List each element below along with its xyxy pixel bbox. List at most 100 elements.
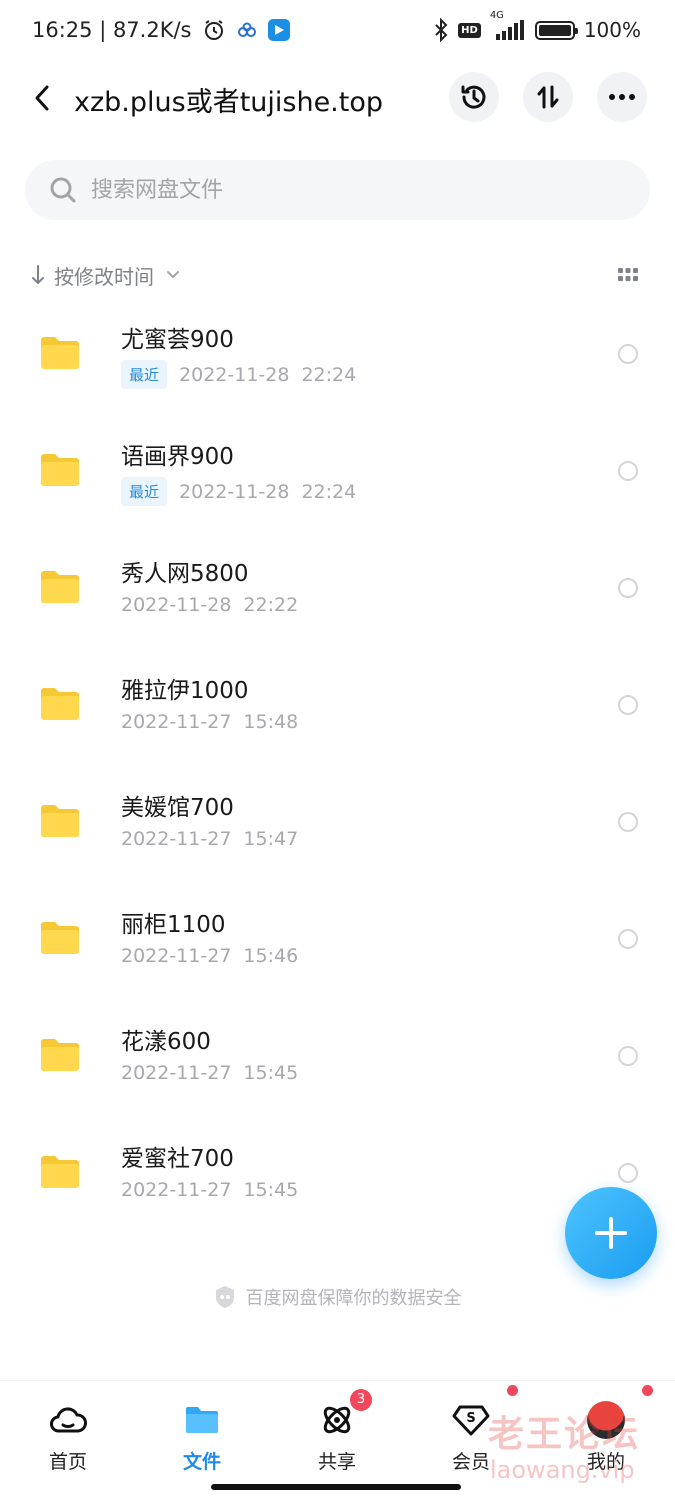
sort-label[interactable]: 按修改时间: [54, 261, 154, 290]
file-time: 22:24: [301, 363, 357, 386]
security-note: 百度网盘保障你的数据安全: [0, 1284, 675, 1310]
chevron-down-icon[interactable]: [164, 269, 182, 281]
cloud-sync-icon: [236, 22, 258, 38]
file-meta: 2022-11-27 15:47: [121, 828, 298, 850]
hd-badge: HD: [458, 22, 481, 38]
file-name: 花漾600: [121, 1029, 211, 1055]
select-checkbox[interactable]: [618, 929, 638, 949]
nav-files[interactable]: 文件: [152, 1401, 252, 1474]
file-meta: 最近 2022-11-28 22:24: [121, 360, 356, 389]
select-checkbox[interactable]: [618, 812, 638, 832]
select-checkbox[interactable]: [618, 344, 638, 364]
file-date: 2022-11-28: [121, 594, 232, 616]
file-name: 语画界900: [121, 444, 234, 470]
nav-share[interactable]: 3 共享: [287, 1389, 387, 1474]
network-type: 4G: [489, 10, 504, 21]
file-row[interactable]: 尤蜜荟900 最近 2022-11-28 22:24: [0, 300, 675, 417]
page-title: xzb.plus或者tujishe.top: [74, 87, 384, 118]
folder-icon: [41, 454, 79, 486]
bluetooth-icon: [433, 18, 449, 42]
signal-icon: 4G: [490, 10, 526, 40]
file-row[interactable]: 语画界900 最近 2022-11-28 22:24: [0, 417, 675, 534]
back-button[interactable]: [24, 76, 60, 120]
file-date: 2022-11-27: [121, 945, 232, 967]
nav-home[interactable]: 首页: [18, 1401, 118, 1474]
more-icon: [609, 94, 635, 100]
search-input[interactable]: [91, 177, 591, 203]
watermark-text: 老王论坛: [488, 1414, 641, 1455]
vip-dot: [507, 1385, 518, 1396]
file-row[interactable]: 雅拉伊1000 2022-11-27 15:48: [0, 651, 675, 768]
grid-view-icon[interactable]: [617, 264, 639, 286]
me-dot: [642, 1385, 653, 1396]
more-button[interactable]: [597, 72, 647, 122]
file-date: 2022-11-27: [121, 828, 232, 850]
select-checkbox[interactable]: [618, 1163, 638, 1183]
transfer-icon: [537, 85, 559, 109]
file-meta: 最近 2022-11-28 22:24: [121, 477, 356, 506]
file-date: 2022-11-27: [121, 1062, 232, 1084]
file-name: 尤蜜荟900: [121, 327, 234, 353]
file-name: 美媛馆700: [121, 795, 234, 821]
file-time: 15:48: [243, 711, 299, 733]
history-button[interactable]: [449, 72, 499, 122]
battery-icon: [534, 20, 578, 40]
folder-icon: [41, 1156, 79, 1188]
alarm-icon: [202, 18, 226, 42]
file-meta: 2022-11-28 22:22: [121, 594, 298, 616]
select-checkbox[interactable]: [618, 461, 638, 481]
status-time-speed: 16:25 | 87.2K/s: [32, 18, 192, 42]
security-note-text: 百度网盘保障你的数据安全: [245, 1288, 462, 1309]
file-name: 雅拉伊1000: [121, 678, 249, 704]
status-left: 16:25 | 87.2K/s: [32, 18, 290, 42]
folder-icon: [41, 571, 79, 603]
vip-diamond-icon: S: [452, 1405, 490, 1436]
battery-fill: [538, 24, 571, 36]
folder-icon: [41, 922, 79, 954]
cloud-icon: [50, 1407, 87, 1433]
file-time: 15:46: [243, 945, 299, 967]
file-date: 2022-11-28: [179, 480, 290, 503]
file-row[interactable]: 花漾600 2022-11-27 15:45: [0, 1002, 675, 1119]
file-name: 秀人网5800: [121, 561, 249, 587]
nav-files-label: 文件: [182, 1451, 221, 1473]
file-name: 丽柜1100: [121, 912, 226, 938]
app-notification-icon: [267, 19, 290, 41]
home-indicator[interactable]: [211, 1484, 461, 1490]
header: xzb.plus或者tujishe.top: [0, 70, 675, 126]
transfer-button[interactable]: [523, 72, 573, 122]
recent-tag: 最近: [121, 477, 168, 506]
file-row[interactable]: 秀人网5800 2022-11-28 22:22: [0, 534, 675, 651]
file-date: 2022-11-28: [179, 363, 290, 386]
select-checkbox[interactable]: [618, 695, 638, 715]
file-meta: 2022-11-27 15:45: [121, 1179, 298, 1201]
file-date: 2022-11-27: [121, 1179, 232, 1201]
add-button[interactable]: [565, 1187, 657, 1279]
recent-tag: 最近: [121, 360, 168, 389]
chevron-left-icon: [35, 85, 49, 111]
status-bar: 16:25 | 87.2K/s HD 4G 100%: [0, 0, 675, 66]
search-bar[interactable]: [25, 160, 650, 220]
file-meta: 2022-11-27 15:48: [121, 711, 298, 733]
folder-icon: [41, 337, 79, 369]
file-row[interactable]: 丽柜1100 2022-11-27 15:46: [0, 885, 675, 1002]
file-time: 22:22: [243, 594, 299, 616]
sort-arrow-icon[interactable]: [30, 264, 46, 286]
file-time: 15:45: [243, 1179, 299, 1201]
folder-icon: [41, 1039, 79, 1071]
file-row[interactable]: 美媛馆700 2022-11-27 15:47: [0, 768, 675, 885]
folder-icon: [41, 688, 79, 720]
sort-bar: 按修改时间: [30, 258, 645, 292]
folder-icon: [41, 805, 79, 837]
select-checkbox[interactable]: [618, 1046, 638, 1066]
nav-share-label: 共享: [317, 1451, 356, 1473]
watermark-url: laowang.vip: [490, 1456, 635, 1484]
shield-icon: [215, 1286, 234, 1308]
select-checkbox[interactable]: [618, 578, 638, 598]
file-name: 爱蜜社700: [121, 1146, 234, 1172]
folder-icon: [186, 1407, 218, 1433]
search-icon: [50, 177, 76, 203]
plus-icon: [595, 1217, 627, 1249]
history-icon: [461, 85, 486, 109]
status-right: HD 4G 100%: [433, 10, 641, 42]
